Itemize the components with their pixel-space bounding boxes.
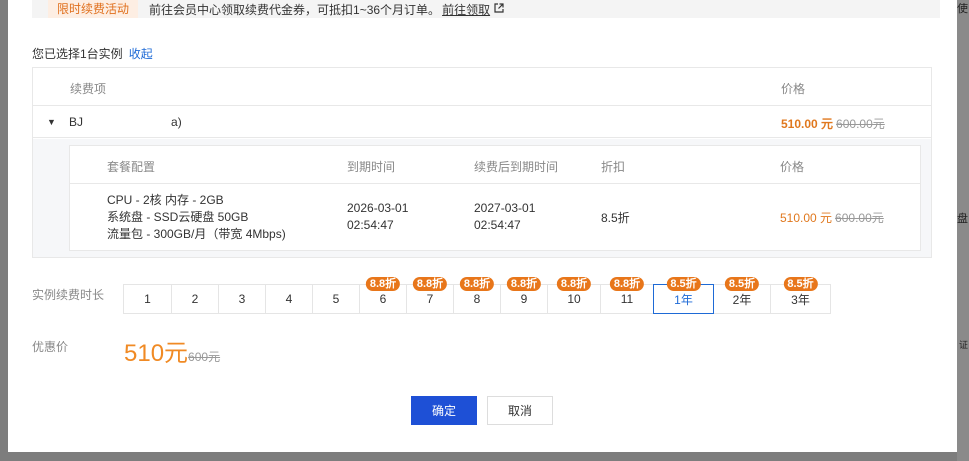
duration-option-label: 9 bbox=[520, 292, 528, 306]
header-price: 价格 bbox=[780, 160, 805, 174]
discount-badge: 8.8折 bbox=[506, 277, 542, 291]
duration-label: 实例续费时长 bbox=[32, 288, 105, 302]
config-line: CPU - 2核 内存 - 2GB bbox=[107, 193, 224, 207]
expire-time: 02:54:47 bbox=[347, 218, 394, 232]
renew-table: 续费项 价格 ▼ BJ a) 510.00 元 600.00元 套餐配置 到期时间 … bbox=[32, 67, 932, 258]
duration-option-label: 10 bbox=[567, 292, 581, 306]
duration-option-label: 2年 bbox=[732, 292, 752, 307]
header-discount: 折扣 bbox=[601, 160, 626, 174]
detail-table: 套餐配置 到期时间 续费后到期时间 折扣 价格 CPU - 2核 内存 - 2G… bbox=[69, 145, 921, 251]
row-price: 510.00 元 600.00元 bbox=[781, 115, 885, 132]
instance-name: BJ a) bbox=[69, 115, 182, 130]
discount-badge: 8.8折 bbox=[609, 277, 645, 291]
instance-name-prefix: BJ bbox=[69, 115, 84, 129]
config-line: 系统盘 - SSD云硬盘 50GB bbox=[107, 210, 249, 224]
duration-option-label: 1年 bbox=[674, 292, 693, 307]
price-original: 600.00元 bbox=[835, 211, 884, 225]
background-text: 盘 bbox=[957, 213, 968, 225]
duration-option[interactable]: 7 8.8折 bbox=[406, 277, 454, 314]
duration-option[interactable]: 9 8.8折 bbox=[500, 277, 548, 314]
background-text: 使 bbox=[957, 3, 968, 15]
discount-badge: 8.5折 bbox=[724, 277, 760, 291]
discount-badge: 8.5折 bbox=[783, 277, 818, 291]
duration-option-label: 7 bbox=[426, 292, 434, 306]
instance-details: 套餐配置 到期时间 续费后到期时间 折扣 价格 CPU - 2核 内存 - 2G… bbox=[33, 139, 931, 257]
duration-option[interactable]: 4 bbox=[265, 284, 313, 314]
discount-price: 510元600元 bbox=[124, 333, 220, 368]
header-item: 续费项 bbox=[70, 82, 107, 96]
discount-badge: 8.8折 bbox=[556, 277, 592, 291]
duration-option-label: 5 bbox=[332, 292, 340, 306]
discount-badge: 8.8折 bbox=[459, 277, 495, 291]
name-mask bbox=[83, 115, 172, 130]
instance-row[interactable]: ▼ BJ a) 510.00 元 600.00元 bbox=[33, 106, 931, 138]
promo-text: 前往会员中心领取续费代金券，可抵扣1~36个月订单。 bbox=[149, 2, 441, 17]
duration-option[interactable]: 3 bbox=[218, 284, 266, 314]
duration-option[interactable]: 8 8.8折 bbox=[453, 277, 501, 314]
duration-option-label: 8 bbox=[473, 292, 481, 306]
duration-option[interactable]: 3年 8.5折 bbox=[770, 277, 831, 314]
detail-header: 套餐配置 到期时间 续费后到期时间 折扣 价格 bbox=[70, 146, 920, 184]
duration-selector: 1 2 3 4 5 6 8.8折 7 8.8折 8 8.8折 9 8.8折 10 8.8折 11 8.8折 1年 8… bbox=[123, 277, 831, 314]
duration-option[interactable]: 1 bbox=[123, 284, 172, 314]
cancel-button[interactable]: 取消 bbox=[487, 396, 553, 425]
duration-option-label: 6 bbox=[379, 292, 387, 306]
config-line: 流量包 - 300GB/月（带宽 4Mbps) bbox=[107, 227, 286, 241]
new-expire-cell: 2027-03-01 02:54:47 bbox=[474, 200, 535, 234]
promo-tag: 限时续费活动 bbox=[48, 0, 139, 18]
detail-row: CPU - 2核 内存 - 2GB 系统盘 - SSD云硬盘 50GB 流量包 … bbox=[70, 184, 920, 250]
instance-name-suffix: a) bbox=[171, 115, 182, 129]
caret-down-icon[interactable]: ▼ bbox=[47, 117, 56, 127]
promo-banner: 限时续费活动 前往会员中心领取续费代金券，可抵扣1~36个月订单。 前往领取 bbox=[32, 0, 940, 18]
duration-option[interactable]: 1年 8.5折 bbox=[653, 277, 714, 314]
duration-option-label: 11 bbox=[620, 292, 634, 306]
duration-option[interactable]: 2 bbox=[171, 284, 219, 314]
expire-cell: 2026-03-01 02:54:47 bbox=[347, 200, 408, 234]
duration-option-label: 4 bbox=[285, 292, 293, 306]
header-price: 价格 bbox=[781, 82, 806, 96]
table-header: 续费项 价格 bbox=[33, 68, 931, 106]
collapse-link[interactable]: 收起 bbox=[129, 47, 153, 61]
duration-option[interactable]: 2年 8.5折 bbox=[713, 277, 771, 314]
price-current: 510.00 元 bbox=[781, 117, 834, 131]
header-new-expire: 续费后到期时间 bbox=[474, 160, 559, 174]
selection-summary: 您已选择1台实例 收起 bbox=[32, 45, 153, 62]
duration-option[interactable]: 6 8.8折 bbox=[359, 277, 407, 314]
discount-price-current: 510元 bbox=[124, 340, 189, 367]
discount-badge: 8.5折 bbox=[666, 277, 701, 291]
expire-date: 2026-03-01 bbox=[347, 201, 409, 215]
external-link-icon[interactable] bbox=[494, 2, 504, 16]
duration-option-label: 3年 bbox=[791, 292, 810, 307]
duration-option[interactable]: 10 8.8折 bbox=[547, 277, 601, 314]
discount-badge: 8.8折 bbox=[365, 277, 401, 291]
duration-option[interactable]: 11 8.8折 bbox=[600, 277, 654, 314]
header-expire: 到期时间 bbox=[347, 160, 396, 174]
duration-option-label: 2 bbox=[191, 292, 199, 306]
discount-price-original: 600元 bbox=[188, 350, 221, 364]
duration-option-label: 1 bbox=[144, 292, 151, 306]
discount-price-label: 优惠价 bbox=[32, 340, 69, 354]
renew-dialog: 限时续费活动 前往会员中心领取续费代金券，可抵扣1~36个月订单。 前往领取 您… bbox=[8, 0, 957, 452]
promo-link[interactable]: 前往领取 bbox=[442, 1, 490, 18]
background-text: 证 bbox=[958, 340, 968, 350]
confirm-button[interactable]: 确定 bbox=[411, 396, 477, 425]
discount-cell: 8.5折 bbox=[601, 211, 630, 225]
discount-badge: 8.8折 bbox=[412, 277, 448, 291]
new-expire-time: 02:54:47 bbox=[474, 218, 521, 232]
new-expire-date: 2027-03-01 bbox=[474, 201, 536, 215]
price-original: 600.00元 bbox=[836, 117, 885, 131]
detail-price-cell: 510.00 元 600.00元 bbox=[780, 209, 884, 226]
config-cell: CPU - 2核 内存 - 2GB 系统盘 - SSD云硬盘 50GB 流量包 … bbox=[107, 192, 286, 243]
selection-text: 您已选择1台实例 bbox=[32, 47, 123, 61]
background-overlay bbox=[957, 0, 969, 461]
duration-option-label: 3 bbox=[238, 292, 246, 306]
price-current: 510.00 元 bbox=[780, 211, 833, 225]
duration-option[interactable]: 5 bbox=[312, 284, 360, 314]
header-config: 套餐配置 bbox=[107, 160, 156, 174]
